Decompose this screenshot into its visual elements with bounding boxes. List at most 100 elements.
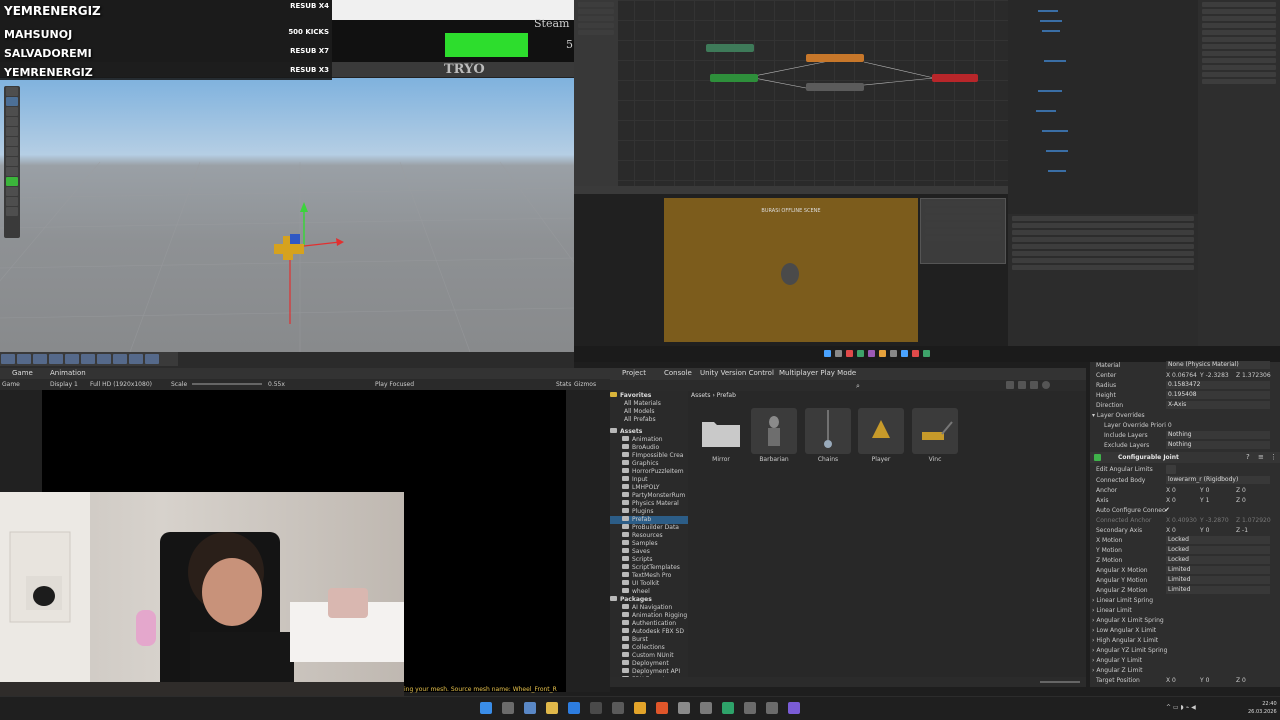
grid-tool-icon[interactable] <box>6 187 18 196</box>
app-icon-9[interactable] <box>678 702 690 714</box>
tree-item-folder[interactable]: Input <box>610 476 688 484</box>
tab-version-control[interactable]: Unity Version Control <box>700 369 774 377</box>
tree-item-folder[interactable]: Burst <box>610 636 688 644</box>
probuilder-tool-icon[interactable] <box>6 197 18 206</box>
axis-z-field[interactable]: Z 0 <box>1236 497 1246 504</box>
direction-dropdown[interactable]: X-Axis <box>1166 401 1270 409</box>
tree-item-folder[interactable]: Custom NUnit <box>610 652 688 660</box>
tree-packages[interactable]: Packages <box>610 596 688 604</box>
inspector-panel-upper[interactable] <box>1198 0 1280 346</box>
animator-parameters-panel[interactable] <box>574 0 618 186</box>
foldout-angular-x-limit-spring[interactable]: › Angular X Limit Spring <box>1092 617 1164 624</box>
axis-x-field[interactable]: X 0 <box>1166 497 1176 504</box>
tab-animation[interactable]: Animation <box>50 369 86 377</box>
tree-assets[interactable]: Assets <box>610 428 688 436</box>
tree-item-folder[interactable]: ScriptTemplates <box>610 564 688 572</box>
angular-x-motion-dropdown[interactable]: Limited <box>1166 566 1270 574</box>
foldout-low-angular-x-limit[interactable]: › Low Angular X Limit <box>1092 627 1156 634</box>
scene-tool-palette[interactable] <box>4 86 20 238</box>
breadcrumb[interactable]: Assets › Prefab <box>691 392 736 399</box>
custom-tool-icon[interactable] <box>6 147 18 156</box>
tree-item-folder[interactable]: Animation <box>610 436 688 444</box>
tree-item-folder[interactable]: Authentication <box>610 620 688 628</box>
height-field[interactable]: 0.195408 <box>1166 391 1270 399</box>
chrome-icon[interactable] <box>634 702 646 714</box>
connected-body-field[interactable]: lowerarm_r (Rigidbody) <box>1166 476 1270 484</box>
resolution-dropdown[interactable]: Full HD (1920x1080) <box>90 381 152 388</box>
system-clock[interactable]: 22:40 26.03.2026 <box>1248 700 1277 716</box>
tree-item-folder[interactable]: Samples <box>610 540 688 548</box>
center-z-field[interactable]: Z 1.372306 <box>1236 372 1271 379</box>
exclude-layers-dropdown[interactable]: Nothing <box>1166 441 1270 449</box>
move-tool-icon[interactable] <box>6 97 18 106</box>
tab-game[interactable]: Game <box>12 369 33 377</box>
scene-overlay-toolbar[interactable] <box>0 352 178 366</box>
radius-field[interactable]: 0.1583472 <box>1166 381 1270 389</box>
center-y-field[interactable]: Y -2.3283 <box>1200 372 1229 379</box>
label-filter-icon[interactable] <box>1018 381 1026 389</box>
overlay-btn-5[interactable] <box>65 354 79 364</box>
play-focused-dropdown[interactable]: Play Focused <box>375 381 414 388</box>
visibility-icon[interactable] <box>1042 381 1050 389</box>
start-menu-icon[interactable] <box>480 702 492 714</box>
project-folder-tree[interactable]: Favorites All Materials All Models All P… <box>610 391 688 687</box>
tab-multiplayer-play-mode[interactable]: Multiplayer Play Mode <box>779 369 856 377</box>
overlay-btn-4[interactable] <box>49 354 63 364</box>
settings-icon[interactable] <box>766 702 778 714</box>
layer-overrides-foldout[interactable]: ▾ Layer Overrides <box>1092 412 1145 419</box>
app-icon-6[interactable] <box>612 702 624 714</box>
asset-item-barbarian[interactable]: Barbarian <box>751 408 797 463</box>
search-icon[interactable] <box>502 702 514 714</box>
overlay-btn-2[interactable] <box>17 354 31 364</box>
anchor-y-field[interactable]: Y 0 <box>1200 487 1209 494</box>
angular-z-motion-dropdown[interactable]: Limited <box>1166 586 1270 594</box>
tree-item[interactable]: All Materials <box>610 400 688 408</box>
tree-item[interactable]: All Models <box>610 408 688 416</box>
lock-tool-icon[interactable] <box>6 207 18 216</box>
secondary-axis-y-field[interactable]: Y 0 <box>1200 527 1209 534</box>
stats-button[interactable]: Stats <box>556 381 571 388</box>
tree-item-folder[interactable]: Collections <box>610 644 688 652</box>
gizmos-button[interactable]: Gizmos <box>574 381 596 388</box>
secondary-axis-x-field[interactable]: X 0 <box>1166 527 1176 534</box>
unity-icon[interactable] <box>700 702 712 714</box>
snap-tool-icon[interactable] <box>6 157 18 166</box>
overlay-btn-3[interactable] <box>33 354 47 364</box>
tree-item-folder[interactable]: FImpossible Crea <box>610 452 688 460</box>
animator-state-entry[interactable] <box>706 44 754 52</box>
overlay-btn-1[interactable] <box>1 354 15 364</box>
tree-item[interactable]: All Prefabs <box>610 416 688 424</box>
hierarchy-panel-lower[interactable] <box>1008 214 1198 346</box>
tree-favorites[interactable]: Favorites <box>610 392 688 400</box>
target-position-x-field[interactable]: X 0 <box>1166 677 1176 684</box>
foldout-linear-limit-spring[interactable]: › Linear Limit Spring <box>1092 597 1153 604</box>
foldout-angular-y-limit[interactable]: › Angular Y Limit <box>1092 657 1142 664</box>
tree-item-folder[interactable]: Scripts <box>610 556 688 564</box>
hierarchy-panel-upper[interactable] <box>1008 0 1198 214</box>
tree-item-folder[interactable]: wheel <box>610 588 688 596</box>
animator-state-green[interactable] <box>710 74 758 82</box>
tree-item-folder[interactable]: Autodesk FBX SD <box>610 628 688 636</box>
tree-item-folder[interactable]: Animation Rigging <box>610 612 688 620</box>
edge-icon[interactable] <box>568 702 580 714</box>
component-enabled-checkbox[interactable] <box>1094 454 1101 461</box>
project-search-icon[interactable]: ⌕ <box>856 382 860 391</box>
anchor-z-field[interactable]: Z 0 <box>1236 487 1246 494</box>
animator-state-default[interactable] <box>806 54 864 62</box>
transform-tool-icon[interactable] <box>6 137 18 146</box>
display-dropdown[interactable]: Display 1 <box>50 381 78 388</box>
tree-item-folder[interactable]: BroAudio <box>610 444 688 452</box>
asset-item-chains[interactable]: Chains <box>805 408 851 463</box>
tab-console[interactable]: Console <box>664 369 692 377</box>
x-motion-dropdown[interactable]: Locked <box>1166 536 1270 544</box>
pivot-tool-icon[interactable] <box>6 167 18 176</box>
rotate-tool-icon[interactable] <box>6 107 18 116</box>
asset-item-vinc[interactable]: Vinc <box>912 408 958 463</box>
tree-item-folder[interactable]: Physics Materal <box>610 500 688 508</box>
edit-angular-limits-button[interactable] <box>1166 465 1176 474</box>
center-x-field[interactable]: X 0.06764 <box>1166 372 1197 379</box>
overlay-btn-9[interactable] <box>129 354 143 364</box>
asset-item-mirror[interactable]: Mirror <box>698 408 744 463</box>
breadcrumb-assets[interactable]: Assets <box>691 392 711 399</box>
y-motion-dropdown[interactable]: Locked <box>1166 546 1270 554</box>
